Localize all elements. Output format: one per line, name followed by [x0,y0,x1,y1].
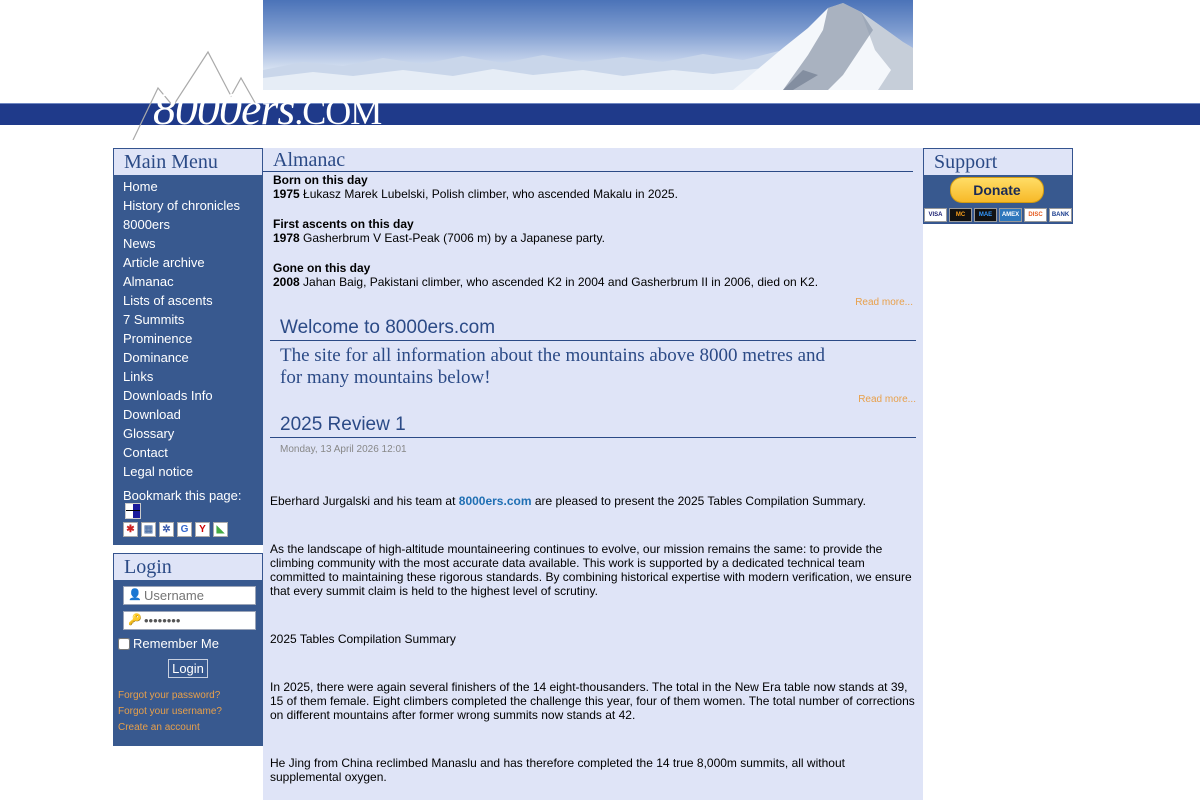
main-menu: Home History of chronicles 8000ers News … [113,175,263,545]
create-account-link[interactable]: Create an account [118,720,258,736]
menu-item-7-summits[interactable]: 7 Summits [113,310,263,329]
remember-me-checkbox[interactable] [118,637,130,650]
menu-item-download[interactable]: Download [113,405,263,424]
bookmark-label: Bookmark this page: [123,488,242,503]
gone-heading: Gone on this day [273,261,371,275]
support-title: Support [923,148,1073,175]
first-ascents-heading: First ascents on this day [273,217,414,231]
article-paragraph-5: He Jing from China reclimbed Manaslu and… [270,756,845,784]
8000ers-link[interactable]: 8000ers.com [459,494,532,508]
born-entry: 1975 Łukasz Marek Lubelski, Polish climb… [273,187,913,201]
username-input[interactable] [144,588,252,603]
menu-item-links[interactable]: Links [113,367,263,386]
password-field[interactable]: 🔑 [123,611,256,630]
forgot-password-link[interactable]: Forgot your password? [118,688,258,704]
delicious-bookmark-icon[interactable] [125,503,141,519]
bookmark-row: Bookmark this page: [113,481,263,520]
menu-item-history-of-chronicles[interactable]: History of chronicles [113,196,263,215]
user-icon: 👤 [128,589,142,601]
first-ascent-year: 1978 [273,231,300,245]
google-bookmark-icon[interactable]: G [177,522,192,537]
menu-item-legal-notice[interactable]: Legal notice [113,462,263,481]
almanac-module: Born on this day 1975 Łukasz Marek Lubel… [263,173,923,289]
menu-item-almanac[interactable]: Almanac [113,272,263,291]
site-header: 8000ers.COM [0,0,1200,140]
menu-item-article-archive[interactable]: Article archive [113,253,263,272]
payment-cards: VISA MC MAE AMEX DISC BANK [924,208,1072,222]
almanac-read-more-link[interactable]: Read more... [263,297,913,308]
login-panel: Login 👤 🔑 Remember Me Login Forgot your … [113,553,263,746]
left-sidebar: Main Menu Home History of chronicles 800… [113,148,263,746]
logo-wordmark: 8000ers.COM [153,83,382,134]
maestro-icon: MAE [974,208,997,222]
menu-item-dominance[interactable]: Dominance [113,348,263,367]
first-ascent-entry: 1978 Gasherbrum V East-Peak (7006 m) by … [273,231,913,245]
bookmark-icons: ✱ ▦ ✲ G Y ◣ [113,520,263,537]
donate-button[interactable]: Donate [950,177,1044,203]
menu-item-8000ers[interactable]: 8000ers [113,215,263,234]
remember-me-label: Remember Me [133,636,219,651]
welcome-intro: The site for all information about the m… [280,345,826,388]
site-logo[interactable]: 8000ers.COM [113,48,413,140]
menu-item-lists-of-ascents[interactable]: Lists of ascents [113,291,263,310]
digg-bookmark-icon[interactable]: ✲ [159,522,174,537]
password-input[interactable] [144,613,252,628]
welcome-title[interactable]: Welcome to 8000ers.com [270,315,916,341]
article-paragraph-4: In 2025, there were again several finish… [270,680,915,722]
menu-item-downloads-info[interactable]: Downloads Info [113,386,263,405]
discover-icon: DISC [1024,208,1047,222]
article-title[interactable]: 2025 Review 1 [270,412,916,438]
bank-transfer-icon: BANK [1049,208,1072,222]
login-form: 👤 🔑 Remember Me Login Forgot your passwo… [113,580,263,746]
support-panel: Donate VISA MC MAE AMEX DISC BANK [923,175,1073,224]
article-paragraph-3: 2025 Tables Compilation Summary [270,632,456,646]
key-icon: 🔑 [128,614,142,626]
article-date: Monday, 13 April 2026 12:01 [280,444,407,455]
webnews-bookmark-icon[interactable]: ▦ [141,522,156,537]
mastercard-icon: MC [949,208,972,222]
born-year: 1975 [273,187,300,201]
gone-entry: 2008 Jahan Baig, Pakistani climber, who … [273,275,913,289]
login-button[interactable]: Login [168,659,208,678]
menu-item-glossary[interactable]: Glossary [113,424,263,443]
born-text: Łukasz Marek Lubelski, Polish climber, w… [299,187,678,201]
visa-card-icon: VISA [924,208,947,222]
almanac-title: Almanac [263,148,913,172]
linkarena-bookmark-icon[interactable]: ◣ [213,522,228,537]
username-field[interactable]: 👤 [123,586,256,605]
article-paragraph-2: As the landscape of high-altitude mounta… [270,542,912,598]
menu-item-home[interactable]: Home [113,177,263,196]
article-paragraph-1: Eberhard Jurgalski and his team at 8000e… [270,494,866,508]
main-menu-title: Main Menu [113,148,263,175]
welcome-read-more-link[interactable]: Read more... [263,394,916,405]
menu-item-prominence[interactable]: Prominence [113,329,263,348]
yahoo-bookmark-icon[interactable]: Y [195,522,210,537]
mister-wong-bookmark-icon[interactable]: ✱ [123,522,138,537]
right-sidebar: Support Donate VISA MC MAE AMEX DISC BAN… [923,148,1073,224]
remember-me-row[interactable]: Remember Me [118,636,258,651]
menu-item-contact[interactable]: Contact [113,443,263,462]
born-heading: Born on this day [273,173,368,187]
forgot-username-link[interactable]: Forgot your username? [118,704,258,720]
gone-text: Jahan Baig, Pakistani climber, who ascen… [299,275,819,289]
main-content: Almanac Born on this day 1975 Łukasz Mar… [263,148,923,800]
gone-year: 2008 [273,275,300,289]
amex-icon: AMEX [999,208,1022,222]
menu-item-news[interactable]: News [113,234,263,253]
first-ascent-text: Gasherbrum V East-Peak (7006 m) by a Jap… [299,231,605,245]
login-title: Login [113,553,263,580]
